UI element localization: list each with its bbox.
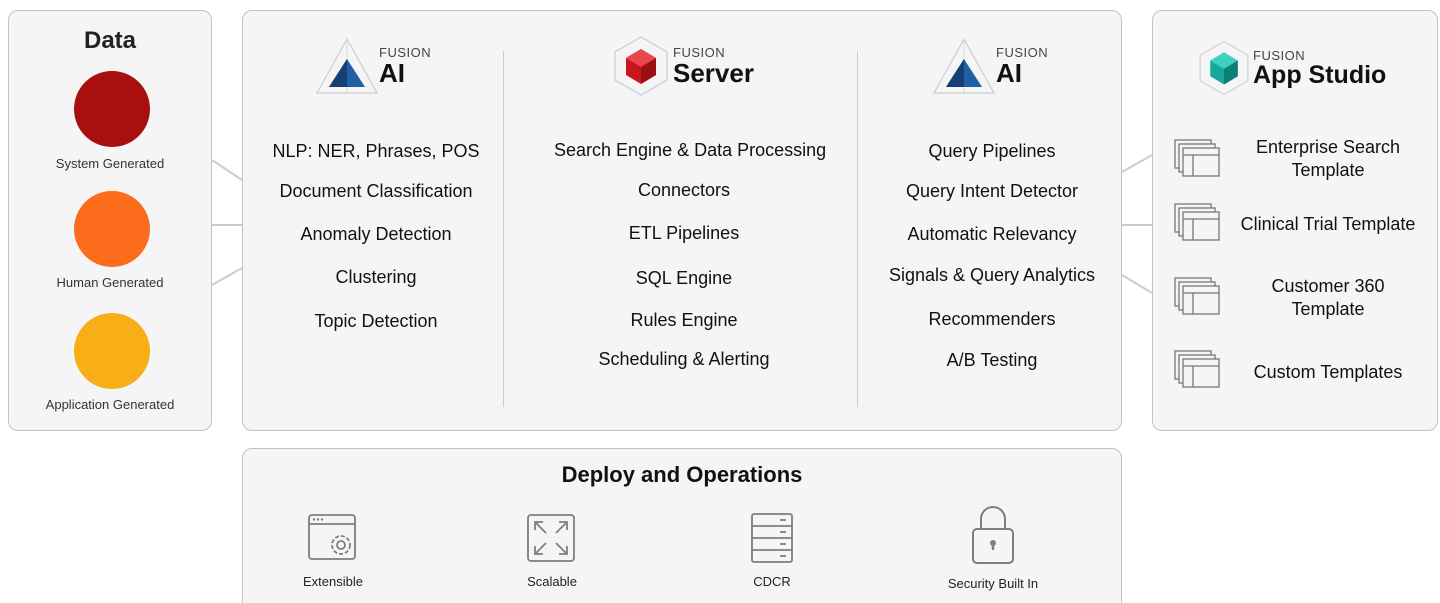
cdcr-item: CDCR	[692, 511, 852, 589]
scalable-label: Scalable	[527, 574, 577, 589]
app-studio-panel: FUSION App Studio Enterprise Search Temp…	[1152, 10, 1438, 431]
padlock-icon	[972, 506, 1014, 564]
template-icon	[1174, 277, 1220, 315]
server-rack-icon	[751, 513, 793, 563]
fusion-ai-left-name: AI	[379, 58, 405, 88]
server-feature: Search Engine & Data Processing	[554, 140, 827, 160]
browser-gear-icon	[308, 514, 356, 560]
security-label: Security Built In	[947, 576, 1039, 591]
template-icon	[1174, 350, 1220, 388]
fusion-core-panel: FUSION AI FUSION Server FUSION AI NLP: N…	[242, 10, 1122, 431]
ai-right-feature: Query Pipelines	[928, 141, 1056, 161]
server-feature: Rules Engine	[630, 310, 738, 330]
template-label-line1: Custom Templates	[1253, 362, 1403, 382]
template-label: Custom Templates	[1228, 361, 1428, 384]
data-panel: Data System Generated Human Generated Ap…	[8, 10, 212, 431]
ai-right-feature: Query Intent Detector	[905, 181, 1079, 201]
ai-left-feature: Document Classification	[279, 181, 473, 201]
server-feature: ETL Pipelines	[628, 223, 740, 243]
system-generated-circle	[74, 71, 150, 147]
server-feature: Scheduling & Alerting	[598, 349, 770, 369]
fusion-ai-left-header: FUSION AI	[311, 33, 431, 99]
fusion-app-studio-name: App Studio	[1253, 60, 1387, 89]
fusion-ai-right-name: AI	[996, 58, 1022, 88]
template-label-line1: Customer 360	[1271, 276, 1385, 296]
ai-right-feature: A/B Testing	[946, 350, 1038, 370]
fusion-ai-logo-icon	[932, 37, 996, 94]
ai-right-feature: Recommenders	[928, 309, 1056, 329]
fusion-app-studio-brand: FUSION	[1253, 47, 1306, 63]
fusion-ai-logo-icon	[315, 37, 379, 94]
human-generated-circle	[74, 191, 150, 267]
fusion-server-logo-icon	[614, 36, 668, 96]
extensible-item: Extensible	[253, 511, 413, 589]
extensible-label: Extensible	[303, 574, 363, 589]
template-label-line2: Template	[1291, 299, 1365, 319]
template-label: Clinical Trial Template	[1228, 213, 1428, 236]
fusion-app-studio-logo-icon	[1199, 40, 1249, 96]
system-generated-label: System Generated	[55, 156, 165, 171]
data-title: Data	[83, 27, 137, 54]
fusion-app-studio-header: FUSION App Studio	[1191, 37, 1386, 99]
template-label: Customer 360 Template	[1228, 275, 1428, 321]
deploy-operations-panel: Deploy and Operations Extensible Scalabl…	[242, 448, 1122, 603]
human-generated-label: Human Generated	[56, 275, 164, 290]
deploy-title: Deploy and Operations	[561, 462, 803, 487]
scalable-item: Scalable	[472, 511, 632, 589]
fusion-ai-right-header: FUSION AI	[928, 33, 1048, 99]
ai-left-feature: Clustering	[335, 267, 417, 287]
template-icon	[1174, 139, 1220, 177]
template-label-line2: Template	[1291, 160, 1365, 180]
fusion-server-name: Server	[673, 58, 754, 88]
template-label-line1: Clinical Trial Template	[1240, 214, 1416, 234]
template-icon	[1174, 203, 1220, 241]
ai-right-feature: Signals & Query Analytics	[888, 265, 1096, 285]
application-generated-label: Application Generated	[45, 397, 175, 412]
template-label-line1: Enterprise Search	[1255, 137, 1401, 157]
ai-right-feature: Automatic Relevancy	[907, 224, 1077, 244]
fusion-server-header: FUSION Server	[605, 33, 754, 99]
ai-left-feature: Topic Detection	[314, 311, 438, 331]
column-divider	[857, 51, 858, 407]
cdcr-label: CDCR	[753, 574, 791, 589]
server-feature: SQL Engine	[635, 268, 733, 288]
application-generated-circle	[74, 313, 150, 389]
server-feature: Connectors	[637, 180, 731, 200]
ai-left-feature: NLP: NER, Phrases, POS	[272, 141, 480, 161]
security-item: Security Built In	[913, 506, 1073, 591]
ai-left-feature: Anomaly Detection	[300, 224, 452, 244]
template-label: Enterprise Search Template	[1228, 136, 1428, 182]
expand-arrows-icon	[527, 514, 575, 562]
